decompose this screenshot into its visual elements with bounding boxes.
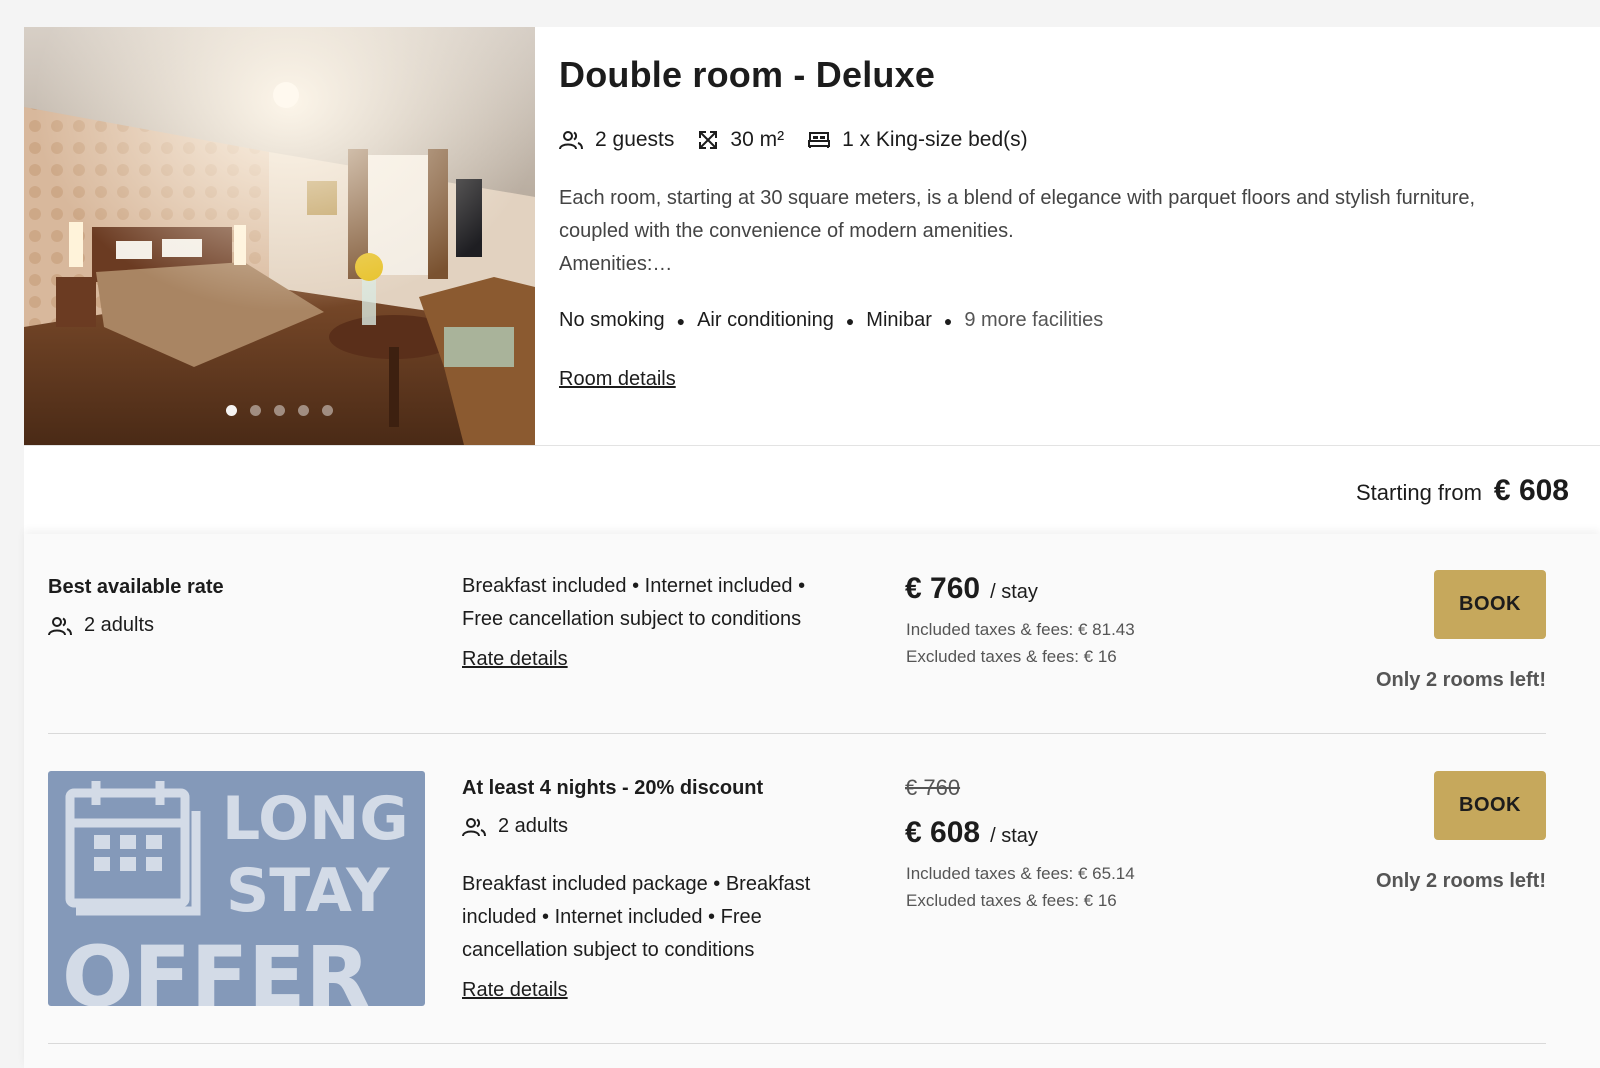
carousel-dots bbox=[226, 405, 333, 416]
room-description: Each room, starting at 30 square meters,… bbox=[559, 182, 1559, 281]
rate-taxes: Included taxes & fees: € 65.14 Excluded … bbox=[906, 860, 1135, 914]
carousel-dot[interactable] bbox=[250, 405, 261, 416]
room-details-link[interactable]: Room details bbox=[559, 368, 676, 391]
offer-text: STAY bbox=[226, 856, 391, 926]
bed-icon bbox=[808, 132, 831, 148]
description-line: Each room, starting at 30 square meters,… bbox=[559, 187, 1476, 209]
offer-text: LONG bbox=[222, 784, 409, 854]
guests-icon bbox=[559, 131, 583, 150]
offer-text: OFFER bbox=[62, 928, 370, 1006]
facility-item: No smoking bbox=[559, 309, 665, 331]
rate-inclusions: Breakfast included package • Breakfast i… bbox=[462, 868, 810, 967]
rates-list: Best available rate 2 adults Breakfast i… bbox=[24, 534, 1600, 1068]
bullet-separator: ● bbox=[676, 312, 686, 329]
rate-details-link[interactable]: Rate details bbox=[462, 979, 568, 1002]
original-price: € 760 bbox=[905, 775, 961, 800]
room-photo[interactable] bbox=[24, 27, 535, 445]
price-value: € 608 bbox=[905, 816, 981, 849]
bullet-separator: ● bbox=[943, 312, 953, 329]
guests-icon bbox=[462, 817, 486, 836]
carousel-dot[interactable] bbox=[274, 405, 285, 416]
guests-spec: 2 guests bbox=[559, 128, 674, 152]
rate-guests-label: 2 adults bbox=[498, 815, 569, 837]
starting-from-label: Starting from bbox=[1355, 480, 1482, 505]
availability-notice: Only 2 rooms left! bbox=[1375, 870, 1546, 892]
guests-count: 2 guests bbox=[595, 128, 675, 151]
carousel-dot[interactable] bbox=[226, 405, 237, 416]
inclusions-line: Breakfast included package • Breakfast bbox=[462, 873, 811, 895]
carousel-dot[interactable] bbox=[322, 405, 333, 416]
bullet-separator: ● bbox=[845, 312, 855, 329]
facility-item: Air conditioning bbox=[697, 309, 834, 331]
area-expand-icon bbox=[699, 131, 718, 149]
room-card: Double room - Deluxe 2 guests 30 m² 1 x … bbox=[24, 27, 1600, 534]
more-facilities-link[interactable]: 9 more facilities bbox=[964, 309, 1103, 332]
facility-item: Minibar bbox=[866, 309, 932, 331]
rate-row: LONG STAY OFFER At least 4 nights - 20% … bbox=[48, 534, 1546, 1068]
price-unit: / stay bbox=[990, 825, 1038, 847]
rate-name: At least 4 nights - 20% discount bbox=[462, 777, 764, 799]
rate-divider bbox=[48, 1043, 1546, 1044]
inclusions-line: included • Internet included • Free bbox=[462, 906, 762, 928]
description-line: coupled with the convenience of modern a… bbox=[559, 220, 1014, 242]
description-line: Amenities:… bbox=[559, 253, 673, 275]
included-taxes: Included taxes & fees: € 65.14 bbox=[906, 864, 1135, 883]
bed-spec: 1 x King-size bed(s) bbox=[808, 128, 1028, 152]
room-specs: 2 guests 30 m² 1 x King-size bed(s) bbox=[559, 128, 1052, 152]
room-title: Double room - Deluxe bbox=[559, 54, 936, 95]
carousel-dot[interactable] bbox=[298, 405, 309, 416]
starting-from-price: € 608 bbox=[1493, 474, 1569, 507]
size-spec: 30 m² bbox=[698, 128, 784, 152]
long-stay-offer-image: LONG STAY OFFER bbox=[48, 771, 425, 1006]
facilities-list: No smoking ● Air conditioning ● Minibar … bbox=[559, 309, 1103, 332]
rate-guests: 2 adults bbox=[462, 815, 568, 838]
rate-price: € 608 / stay bbox=[905, 816, 1038, 850]
book-button[interactable]: BOOK bbox=[1434, 771, 1546, 840]
starting-price-row: Starting from € 608 bbox=[24, 445, 1600, 534]
room-size: 30 m² bbox=[730, 128, 785, 151]
bed-type: 1 x King-size bed(s) bbox=[842, 128, 1028, 151]
room-photo-image bbox=[24, 27, 535, 445]
inclusions-line: cancellation subject to conditions bbox=[462, 939, 755, 961]
excluded-taxes: Excluded taxes & fees: € 16 bbox=[906, 891, 1117, 910]
offer-graphic: LONG STAY OFFER bbox=[62, 781, 409, 1006]
